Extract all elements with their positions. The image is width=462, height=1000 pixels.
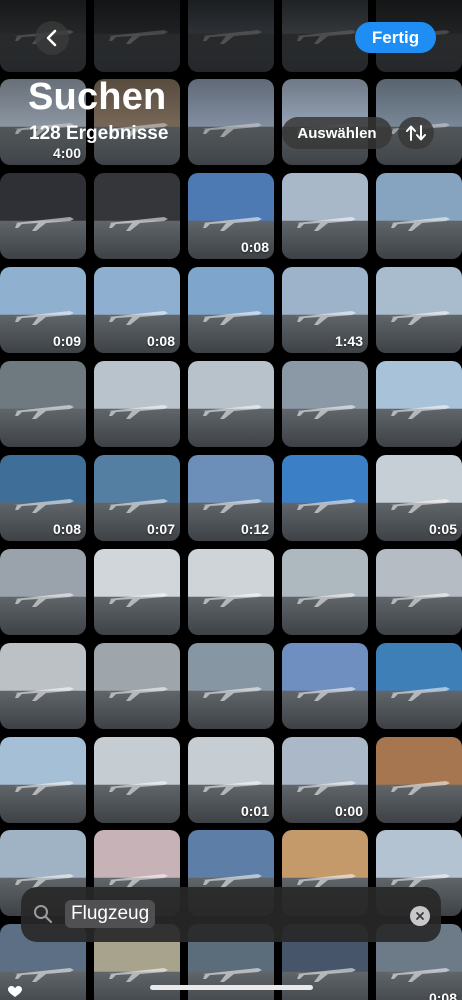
photo-thumbnail[interactable]: 0:01 (188, 737, 274, 823)
photo-thumbnail[interactable] (94, 0, 180, 72)
photo-thumbnail[interactable]: 0:12 (188, 455, 274, 541)
photo-thumbnail[interactable]: 0:07 (94, 455, 180, 541)
airplane-icon (390, 311, 450, 325)
airplane-icon (108, 593, 168, 607)
airplane-icon (390, 687, 450, 701)
airplane-icon (202, 687, 262, 701)
done-button[interactable]: Fertig (355, 22, 436, 53)
heart-icon (8, 986, 22, 997)
photo-thumbnail[interactable] (94, 549, 180, 635)
video-duration: 0:01 (240, 803, 269, 819)
airplane-icon (390, 405, 450, 419)
video-duration: 0:08 (240, 239, 269, 255)
sort-button[interactable] (398, 117, 434, 149)
airplane-icon (108, 30, 168, 44)
clear-search-button[interactable] (410, 906, 430, 926)
video-duration: 0:12 (240, 521, 269, 537)
video-duration: 0:08 (52, 521, 81, 537)
photo-thumbnail[interactable] (282, 361, 368, 447)
airplane-icon (202, 123, 262, 137)
photo-thumbnail[interactable] (94, 643, 180, 729)
airplane-icon (108, 687, 168, 701)
airplane-icon (202, 405, 262, 419)
video-duration: 0:00 (334, 803, 363, 819)
photo-thumbnail[interactable]: 0:08 (188, 173, 274, 259)
chevron-left-icon (46, 29, 57, 47)
result-count: 128 Ergebnisse (29, 123, 169, 144)
close-icon (416, 912, 424, 920)
photo-thumbnail[interactable] (188, 79, 274, 165)
airplane-icon (296, 217, 356, 231)
sort-arrows-icon (406, 125, 426, 141)
photo-thumbnail[interactable]: 1:43 (282, 267, 368, 353)
airplane-icon (14, 687, 74, 701)
airplane-icon (14, 405, 74, 419)
photo-thumbnail[interactable] (376, 737, 462, 823)
photo-thumbnail[interactable] (188, 549, 274, 635)
photo-thumbnail[interactable] (0, 173, 86, 259)
search-icon (34, 905, 53, 924)
photo-thumbnail[interactable]: 0:09 (0, 267, 86, 353)
select-button[interactable]: Auswählen (282, 117, 392, 149)
airplane-icon (202, 30, 262, 44)
photo-thumbnail[interactable]: 0:00 (282, 737, 368, 823)
video-duration: 0:08 (146, 333, 175, 349)
page-title: Suchen (28, 76, 167, 118)
video-duration: 0:08 (428, 990, 457, 1000)
airplane-icon (296, 405, 356, 419)
video-duration: 0:09 (52, 333, 81, 349)
video-duration: 0:05 (428, 521, 457, 537)
photo-thumbnail[interactable] (376, 549, 462, 635)
photo-thumbnail[interactable] (94, 173, 180, 259)
airplane-icon (14, 593, 74, 607)
photo-thumbnail[interactable] (188, 0, 274, 72)
photo-thumbnail[interactable] (282, 549, 368, 635)
photo-thumbnail[interactable] (0, 549, 86, 635)
airplane-icon (14, 217, 74, 231)
airplane-icon (108, 405, 168, 419)
video-duration: 1:43 (334, 333, 363, 349)
video-duration: 4:00 (52, 145, 81, 161)
photo-thumbnail[interactable] (282, 455, 368, 541)
photo-thumbnail[interactable] (0, 643, 86, 729)
airplane-icon (296, 687, 356, 701)
photo-thumbnail[interactable]: 0:08 (94, 267, 180, 353)
airplane-icon (202, 593, 262, 607)
photo-thumbnail[interactable] (282, 643, 368, 729)
airplane-icon (390, 781, 450, 795)
home-indicator[interactable] (150, 985, 313, 990)
photo-thumbnail[interactable] (0, 361, 86, 447)
photo-thumbnail[interactable] (376, 643, 462, 729)
photo-thumbnail[interactable] (0, 737, 86, 823)
airplane-icon (14, 781, 74, 795)
airplane-icon (296, 593, 356, 607)
airplane-icon (296, 499, 356, 513)
photo-thumbnail[interactable] (376, 173, 462, 259)
search-token[interactable]: Flugzeug (65, 900, 156, 928)
photo-thumbnail[interactable] (94, 361, 180, 447)
photo-thumbnail[interactable] (376, 361, 462, 447)
photo-thumbnail[interactable] (376, 267, 462, 353)
airplane-icon (390, 593, 450, 607)
photo-thumbnail[interactable]: 0:05 (376, 455, 462, 541)
video-duration: 0:07 (146, 521, 175, 537)
airplane-icon (108, 781, 168, 795)
photo-thumbnail[interactable] (94, 737, 180, 823)
photo-grid: 4:00 0:08 0:09 0:08 1:43 0:08 0:07 0:12 0:05 0:01… (0, 0, 462, 1000)
photo-thumbnail[interactable] (188, 643, 274, 729)
photo-thumbnail[interactable] (188, 361, 274, 447)
photo-thumbnail[interactable]: 0:08 (0, 455, 86, 541)
photo-thumbnail[interactable] (282, 173, 368, 259)
photo-thumbnail[interactable] (188, 267, 274, 353)
airplane-icon (108, 217, 168, 231)
back-button[interactable] (35, 21, 69, 55)
airplane-icon (202, 311, 262, 325)
airplane-icon (390, 217, 450, 231)
